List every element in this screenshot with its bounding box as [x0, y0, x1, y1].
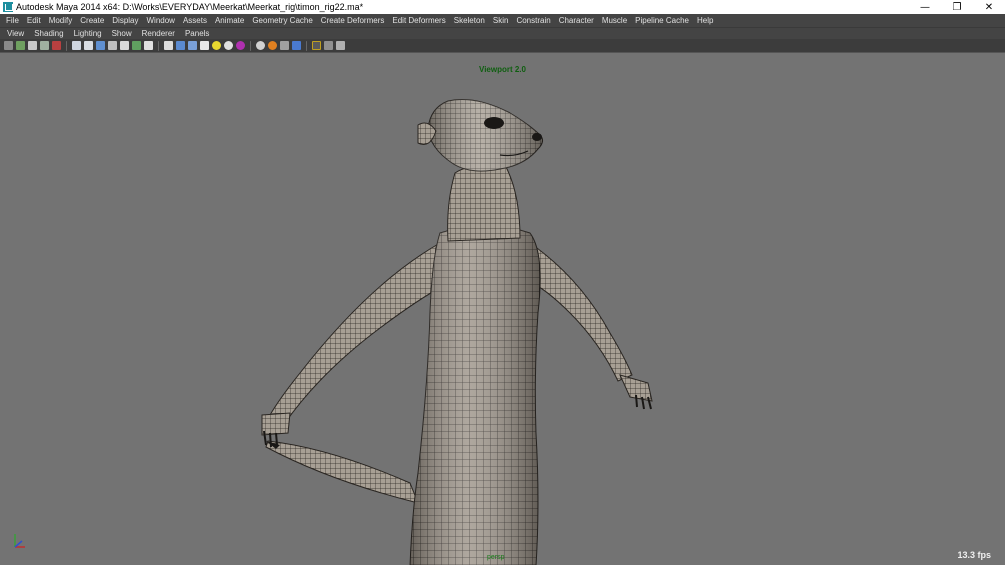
window-titlebar: Autodesk Maya 2014 x64: D:\Works\EVERYDA… — [0, 0, 1005, 14]
menu-create-deformers[interactable]: Create Deformers — [317, 14, 389, 27]
material-icon[interactable] — [236, 41, 245, 50]
menu-animate[interactable]: Animate — [211, 14, 248, 27]
viewport-panel[interactable]: Viewport 2.0 persp 13.3 fps — [0, 52, 1005, 565]
camera-label: persp — [487, 554, 505, 561]
panel-menu-panels[interactable]: Panels — [180, 29, 214, 38]
wireframe-icon[interactable] — [84, 41, 93, 50]
fps-readout: 13.3 fps — [957, 550, 991, 560]
camera-attributes-icon[interactable] — [16, 41, 25, 50]
sphere-icon[interactable] — [224, 41, 233, 50]
safe-action-icon[interactable] — [324, 41, 333, 50]
menu-geometry-cache[interactable]: Geometry Cache — [248, 14, 316, 27]
meerkat-left-arm — [261, 242, 446, 448]
panel-menu-renderer[interactable]: Renderer — [137, 29, 180, 38]
motion-blur-icon[interactable] — [188, 41, 197, 50]
axis-gizmo-icon — [14, 534, 25, 548]
panel-menubar: View Shading Lighting Show Renderer Pane… — [0, 27, 1005, 39]
meerkat-right-arm — [527, 242, 653, 410]
minimize-button[interactable]: — — [909, 0, 941, 14]
meerkat-model[interactable] — [0, 53, 1005, 565]
film-gate-icon[interactable] — [52, 41, 61, 50]
menu-skeleton[interactable]: Skeleton — [450, 14, 489, 27]
menu-help[interactable]: Help — [693, 14, 717, 27]
meerkat-neck — [447, 164, 521, 242]
lights-icon[interactable] — [120, 41, 129, 50]
toolbar-separator — [306, 40, 307, 51]
panel-toolbar — [0, 39, 1005, 52]
ambient-occlusion-icon[interactable] — [176, 41, 185, 50]
bookmark-icon[interactable] — [28, 41, 37, 50]
resolution-gate-icon[interactable] — [312, 41, 321, 50]
menu-edit-deformers[interactable]: Edit Deformers — [388, 14, 449, 27]
grease-pencil-icon[interactable] — [336, 41, 345, 50]
select-camera-icon[interactable] — [4, 41, 13, 50]
menu-muscle[interactable]: Muscle — [598, 14, 631, 27]
isolate-select-icon[interactable] — [164, 41, 173, 50]
close-button[interactable]: ✕ — [973, 0, 1005, 14]
toolbar-separator — [158, 40, 159, 51]
restore-button[interactable]: ❐ — [941, 0, 973, 14]
menu-file[interactable]: File — [2, 14, 23, 27]
light-sphere-icon[interactable] — [256, 41, 265, 50]
menu-pipeline-cache[interactable]: Pipeline Cache — [631, 14, 693, 27]
meerkat-head — [417, 99, 544, 172]
anti-alias-icon[interactable] — [200, 41, 209, 50]
maya-app-icon — [3, 2, 13, 12]
xray-icon[interactable] — [144, 41, 153, 50]
shadows-icon[interactable] — [132, 41, 141, 50]
window-controls: — ❐ ✕ — [909, 0, 1005, 14]
hud-icon[interactable] — [292, 41, 301, 50]
menu-display[interactable]: Display — [108, 14, 142, 27]
smooth-shade-icon[interactable] — [96, 41, 105, 50]
panel-menu-show[interactable]: Show — [107, 29, 137, 38]
menu-skin[interactable]: Skin — [489, 14, 513, 27]
depth-of-field-icon[interactable] — [212, 41, 221, 50]
grid-icon[interactable] — [72, 41, 81, 50]
viewport-renderer-label: Viewport 2.0 — [479, 65, 526, 74]
menu-modify[interactable]: Modify — [45, 14, 77, 27]
main-menubar: File Edit Modify Create Display Window A… — [0, 14, 1005, 27]
image-plane-icon[interactable] — [40, 41, 49, 50]
menu-constrain[interactable]: Constrain — [512, 14, 554, 27]
panel-menu-view[interactable]: View — [2, 29, 29, 38]
toolbar-separator — [250, 40, 251, 51]
menu-assets[interactable]: Assets — [179, 14, 211, 27]
textured-icon[interactable] — [108, 41, 117, 50]
menu-edit[interactable]: Edit — [23, 14, 45, 27]
window-title: Autodesk Maya 2014 x64: D:\Works\EVERYDA… — [16, 2, 364, 12]
light-orange-icon[interactable] — [268, 41, 277, 50]
menu-character[interactable]: Character — [555, 14, 598, 27]
toolbar-separator — [66, 40, 67, 51]
panel-menu-shading[interactable]: Shading — [29, 29, 68, 38]
menu-create[interactable]: Create — [76, 14, 108, 27]
meerkat-tail — [265, 440, 419, 504]
menu-window[interactable]: Window — [143, 14, 179, 27]
panel-menu-lighting[interactable]: Lighting — [69, 29, 107, 38]
light-default-icon[interactable] — [280, 41, 289, 50]
